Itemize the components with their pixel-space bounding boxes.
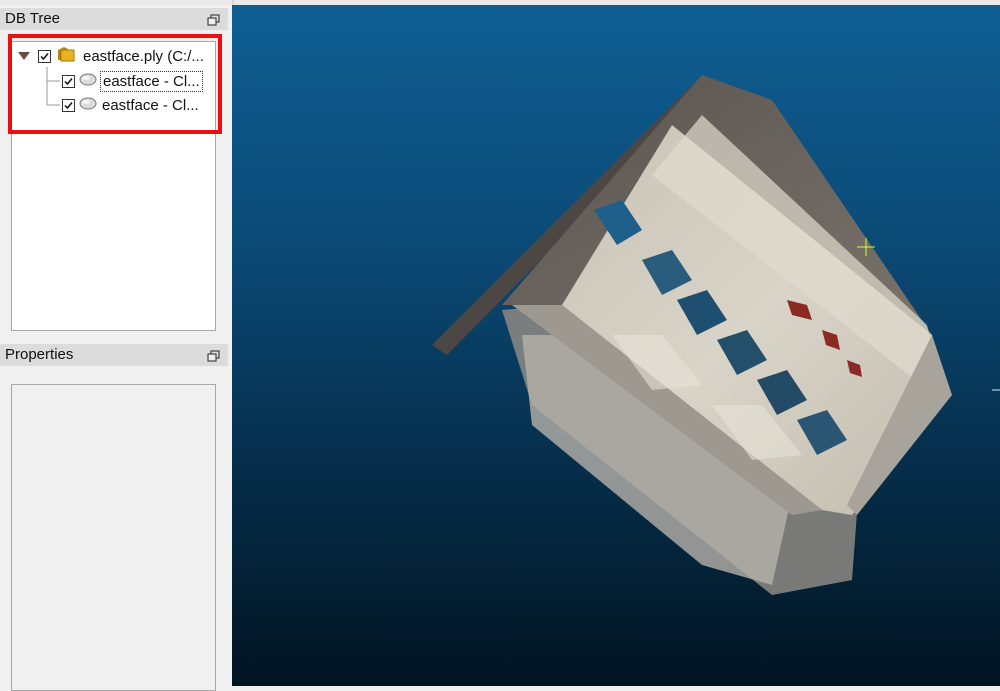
float-panel-icon[interactable] xyxy=(207,12,220,26)
properties-panel[interactable] xyxy=(11,384,216,691)
tree-connector-lines xyxy=(46,67,60,106)
point-cloud-render xyxy=(432,75,1000,595)
tree-item-cloud-1[interactable]: eastface - Cl... xyxy=(62,70,203,92)
tree-item-label: eastface - Cl... xyxy=(102,96,199,114)
float-panel-icon[interactable] xyxy=(207,348,220,362)
checkbox[interactable] xyxy=(38,49,51,63)
db-tree-title-bar[interactable]: DB Tree xyxy=(0,8,228,30)
point-cloud-icon xyxy=(79,72,97,90)
tree-item-cloud-2[interactable]: eastface - Cl... xyxy=(62,94,201,116)
3d-viewport[interactable] xyxy=(232,5,1000,686)
properties-title-bar[interactable]: Properties xyxy=(0,344,228,366)
tree-item-label: eastface - Cl... xyxy=(100,70,203,92)
tree-item-file[interactable]: eastface.ply (C:/... xyxy=(17,45,206,67)
folder-icon xyxy=(57,46,75,66)
tree-item-label: eastface.ply (C:/... xyxy=(83,47,204,65)
properties-title: Properties xyxy=(5,346,74,363)
db-tree-title: DB Tree xyxy=(5,10,61,27)
checkbox[interactable] xyxy=(62,98,75,112)
point-cloud-icon xyxy=(79,96,97,114)
left-dock: DB Tree eastface.ply (C:/... eastface - … xyxy=(0,5,232,691)
checkbox[interactable] xyxy=(62,74,75,88)
expand-arrow-icon[interactable] xyxy=(17,48,31,65)
